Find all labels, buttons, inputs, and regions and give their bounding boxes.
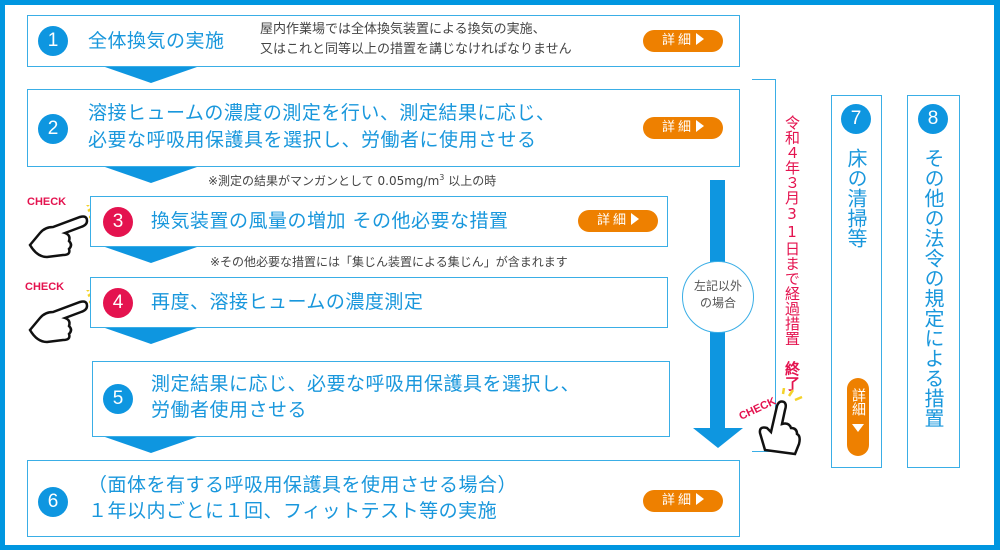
play-icon xyxy=(631,213,639,225)
step-6-title-line1: （面体を有する呼吸用保護具を使用させる場合） xyxy=(88,474,518,496)
step-3-number: 3 xyxy=(103,207,133,237)
step-8-number: 8 xyxy=(918,104,948,134)
arrow-down-icon xyxy=(105,167,197,183)
step-3-detail-button[interactable]: 詳細 xyxy=(578,210,658,232)
step-1-detail-button[interactable]: 詳細 xyxy=(643,30,723,52)
bypass-label-line1: 左記以外 xyxy=(693,279,742,293)
step-2-detail-button[interactable]: 詳細 xyxy=(643,117,723,139)
play-icon xyxy=(696,33,704,45)
step-7-number: 7 xyxy=(841,104,871,134)
step-7-title: 床の清掃等 xyxy=(844,148,868,248)
step-1-desc-line1: 屋内作業場では全体換気装置による換気の実施、 xyxy=(260,22,546,37)
detail-label: 詳細 xyxy=(661,493,694,508)
step-4-number: 4 xyxy=(103,288,133,318)
caret-down-icon xyxy=(852,424,864,432)
step-3-box: 3 換気装置の風量の増加 その他必要な措置 詳細 xyxy=(90,196,668,247)
step-1-number: 1 xyxy=(38,26,68,56)
step-7-box: 7 床の清掃等 詳細 xyxy=(831,95,882,468)
step-2-title-line1: 溶接ヒュームの濃度の測定を行い、測定結果に応じ、 xyxy=(88,102,556,124)
play-icon xyxy=(696,493,704,505)
step-7-detail-button[interactable]: 詳細 xyxy=(847,378,869,456)
step-6-title-line2: １年以内ごとに１回、フィットテスト等の実施 xyxy=(88,500,498,522)
pointing-hand-icon xyxy=(28,205,95,259)
step-1-box: 1 全体換気の実施 屋内作業場では全体換気装置による換気の実施、 又はこれと同等… xyxy=(27,15,740,67)
step-5-number: 5 xyxy=(103,384,133,414)
arrow-down-icon xyxy=(105,328,197,344)
step-1-desc-line2: 又はこれと同等以上の措置を講じなければなりません xyxy=(260,42,572,57)
arrow-down-icon xyxy=(105,437,197,453)
play-icon xyxy=(696,120,704,132)
step-4-box: 4 再度、溶接ヒュームの濃度測定 xyxy=(90,277,668,328)
step-6-detail-button[interactable]: 詳細 xyxy=(643,490,723,512)
bypass-circle: 左記以外 の場合 xyxy=(682,261,754,333)
arrow-down-icon xyxy=(105,67,197,83)
step-2-number: 2 xyxy=(38,114,68,144)
pointing-hand-icon xyxy=(28,290,95,344)
bypass-label-line2: の場合 xyxy=(699,296,736,310)
detail-label: 詳細 xyxy=(661,33,694,48)
step-6-box: 6 （面体を有する呼吸用保護具を使用させる場合） １年以内ごとに１回、フィットテ… xyxy=(27,460,740,537)
step-8-title: その他の法令の規定による措置 xyxy=(921,148,945,428)
step-5-title-line2: 労働者使用させる xyxy=(151,399,308,421)
step-2-box: 2 溶接ヒュームの濃度の測定を行い、測定結果に応じ、 必要な呼吸用保護具を選択し… xyxy=(27,89,740,167)
step-4-title: 再度、溶接ヒュームの濃度測定 xyxy=(151,291,424,313)
transition-period-text: 令和４年３月31日まで経過措置 終了 xyxy=(783,115,801,391)
step-3-note: ※その他必要な措置には「集じん装置による集じん」が含まれます xyxy=(210,255,568,269)
step-2-note: ※測定の結果がマンガンとして 0.05mg/m3 以上の時 xyxy=(208,173,497,188)
detail-label: 詳細 xyxy=(850,388,866,416)
step-2-title-line2: 必要な呼吸用保護具を選択し、労働者に使用させる xyxy=(88,129,537,151)
step-5-title-line1: 測定結果に応じ、必要な呼吸用保護具を選択し、 xyxy=(151,373,581,395)
bypass-arrow-head xyxy=(693,428,743,448)
detail-label: 詳細 xyxy=(596,213,629,228)
arrow-down-icon xyxy=(105,247,197,263)
step-5-box: 5 測定結果に応じ、必要な呼吸用保護具を選択し、 労働者使用させる xyxy=(92,361,670,437)
pointing-hand-icon xyxy=(758,388,803,456)
detail-label: 詳細 xyxy=(661,120,694,135)
step-8-box: 8 その他の法令の規定による措置 xyxy=(907,95,960,468)
step-6-number: 6 xyxy=(38,487,68,517)
step-3-title: 換気装置の風量の増加 その他必要な措置 xyxy=(151,210,509,232)
step-1-title: 全体換気の実施 xyxy=(88,30,225,52)
